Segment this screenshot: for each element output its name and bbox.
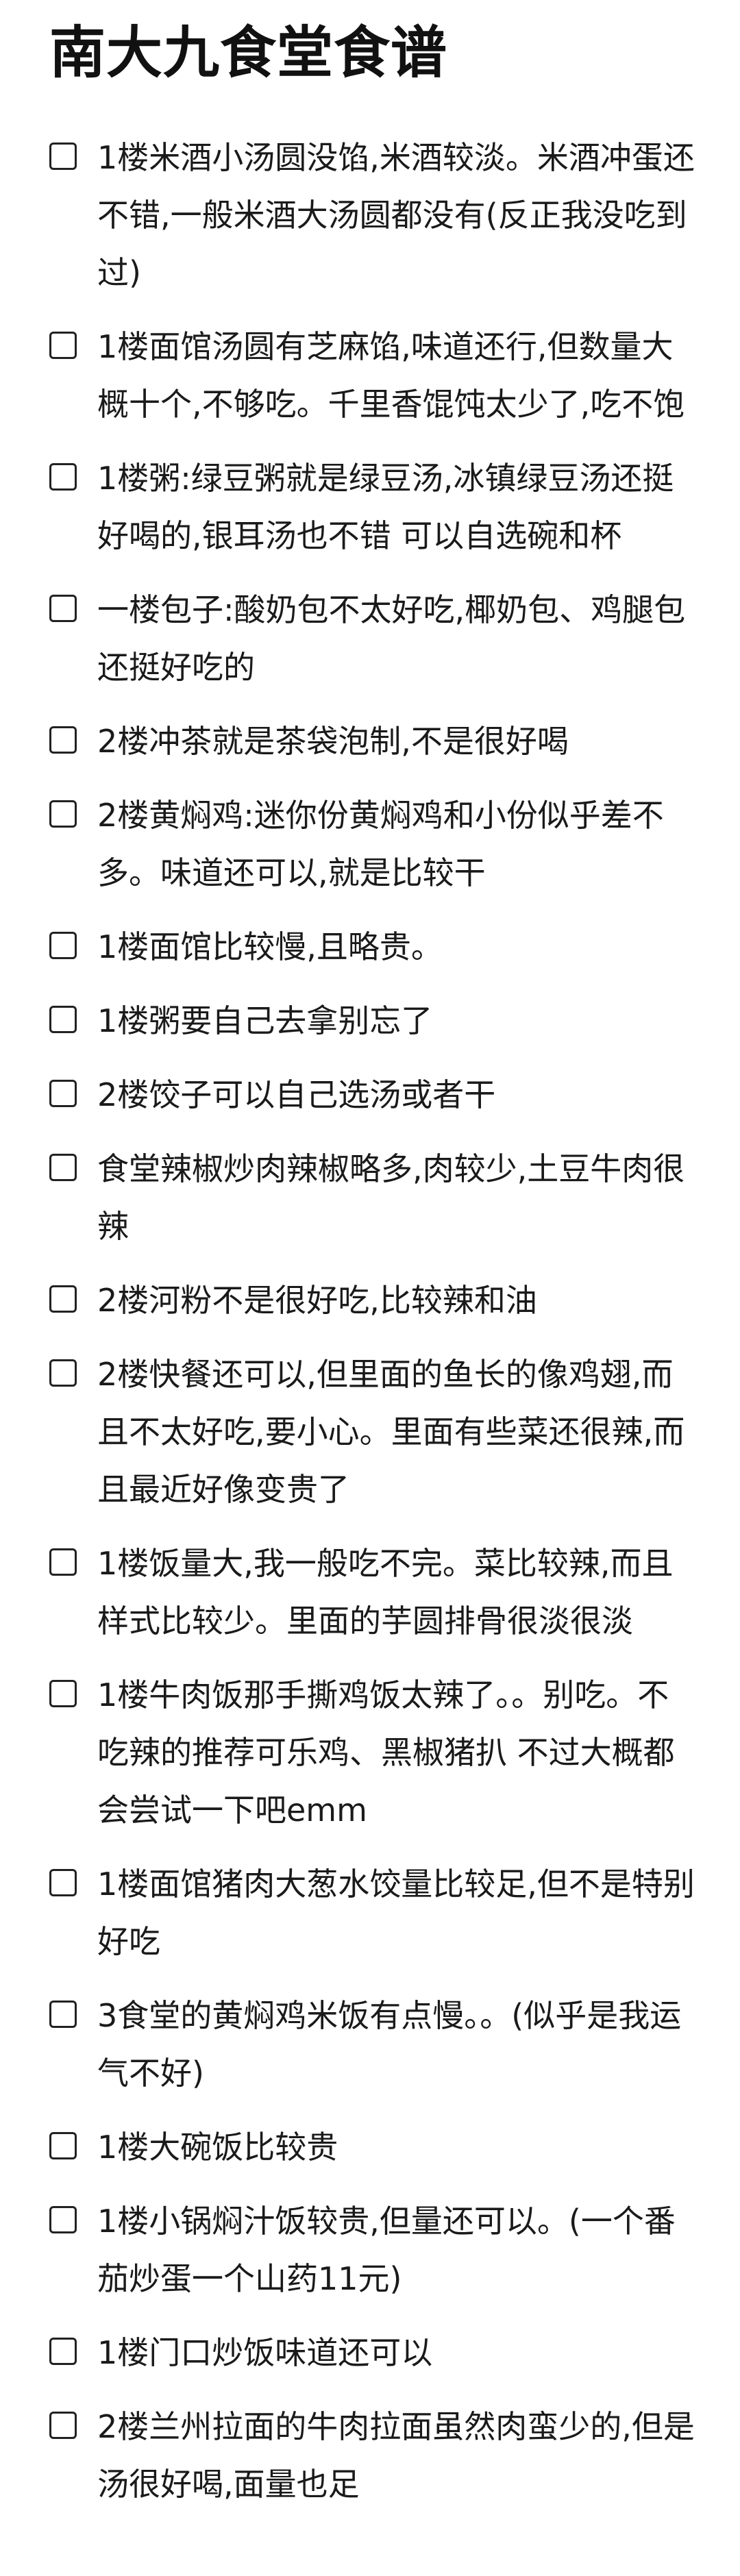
checkbox[interactable] [49,726,77,754]
checklist-item: 1楼饭量大,我一般吃不完。菜比较辣,而且样式比较少。里面的芋圆排骨很淡很淡 [49,1535,696,1650]
checklist-item: 2楼快餐还可以,但里面的鱼长的像鸡翅,而且不太好吃,要小心。里面有些菜还很辣,而… [49,1346,696,1518]
item-text: 1楼面馆比较慢,且略贵。 [97,928,443,965]
item-text: 2楼快餐还可以,但里面的鱼长的像鸡翅,而且不太好吃,要小心。里面有些菜还很辣,而… [97,1356,685,1508]
checklist-item: 1楼面馆猪肉大葱水饺量比较足,但不是特别好吃 [49,1855,696,1970]
item-text: 2楼河粉不是很好吃,比较辣和油 [97,1282,537,1319]
item-text: 3食堂的黄焖鸡米饭有点慢。。(似乎是我运气不好) [97,1997,682,2092]
note-page: 南大九食堂食谱 1楼米酒小汤圆没馅,米酒较淡。米酒冲蛋还不错,一般米酒大汤圆都没… [0,0,740,2576]
checkbox[interactable] [49,1680,77,1707]
checkbox[interactable] [49,1080,77,1107]
item-text: 1楼饭量大,我一般吃不完。菜比较辣,而且样式比较少。里面的芋圆排骨很淡很淡 [97,1545,674,1639]
item-text: 1楼米酒小汤圆没馅,米酒较淡。米酒冲蛋还不错,一般米酒大汤圆都没有(反正我没吃到… [97,139,695,291]
checkbox[interactable] [49,1548,77,1576]
checklist-item: 1楼牛肉饭那手撕鸡饭太辣了。。别吃。不吃辣的推荐可乐鸡、黑椒猪扒 不过大概都会尝… [49,1666,696,1839]
item-text: 1楼粥:绿豆粥就是绿豆汤,冰镇绿豆汤还挺好喝的,银耳汤也不错 可以自选碗和杯 [97,460,674,554]
checkbox[interactable] [49,1869,77,1896]
checkbox[interactable] [49,932,77,959]
item-text: 1楼牛肉饭那手撕鸡饭太辣了。。别吃。不吃辣的推荐可乐鸡、黑椒猪扒 不过大概都会尝… [97,1676,675,1829]
checklist-item: 3食堂的黄焖鸡米饭有点慢。。(似乎是我运气不好) [49,1987,696,2102]
item-text: 一楼包子:酸奶包不太好吃,椰奶包、鸡腿包还挺好吃的 [97,591,686,686]
checklist-item: 食堂辣椒炒肉辣椒略多,肉较少,土豆牛肉很辣 [49,1140,696,1255]
checkbox[interactable] [49,1006,77,1033]
checklist-item: 1楼粥要自己去拿别忘了 [49,992,696,1050]
checklist-item: 一楼包子:酸奶包不太好吃,椰奶包、鸡腿包还挺好吃的 [49,581,696,696]
item-text: 2楼饺子可以自己选汤或者干 [97,1076,496,1113]
checklist-item: 1楼门口炒饭味道还可以 [49,2324,696,2381]
item-text: 2楼兰州拉面的牛肉拉面虽然肉蛮少的,但是汤很好喝,面量也足 [97,2408,695,2503]
checklist-item: 2楼河粉不是很好吃,比较辣和油 [49,1272,696,1329]
page-title: 南大九食堂食谱 [49,21,448,86]
item-text: 2楼冲茶就是茶袋泡制,不是很好喝 [97,723,569,760]
checklist-item: 1楼面馆比较慢,且略贵。 [49,918,696,976]
checkbox[interactable] [49,2412,77,2439]
checkbox[interactable] [49,463,77,491]
item-text: 食堂辣椒炒肉辣椒略多,肉较少,土豆牛肉很辣 [97,1150,685,1245]
checklist-item: 1楼大碗饭比较贵 [49,2118,696,2176]
checklist-item: 1楼小锅焖汁饭较贵,但量还可以。(一个番茄炒蛋一个山药11元) [49,2192,696,2307]
checklist-item: 1楼面馆汤圆有芝麻馅,味道还行,但数量大概十个,不够吃。千里香馄饨太少了,吃不饱 [49,318,696,433]
checkbox[interactable] [49,1154,77,1181]
item-text: 2楼黄焖鸡:迷你份黄焖鸡和小份似乎差不多。味道还可以,就是比较干 [97,797,664,891]
item-text: 1楼小锅焖汁饭较贵,但量还可以。(一个番茄炒蛋一个山药11元) [97,2203,676,2297]
checklist-item: 2楼兰州拉面的牛肉拉面虽然肉蛮少的,但是汤很好喝,面量也足 [49,2398,696,2513]
checklist: 1楼米酒小汤圆没馅,米酒较淡。米酒冲蛋还不错,一般米酒大汤圆都没有(反正我没吃到… [49,84,696,2513]
item-text: 1楼门口炒饭味道还可以 [97,2334,433,2371]
checkbox[interactable] [49,2001,77,2028]
checklist-item: 1楼粥:绿豆粥就是绿豆汤,冰镇绿豆汤还挺好喝的,银耳汤也不错 可以自选碗和杯 [49,449,696,565]
checkbox[interactable] [49,2132,77,2159]
checklist-item: 2楼黄焖鸡:迷你份黄焖鸡和小份似乎差不多。味道还可以,就是比较干 [49,787,696,902]
checkbox[interactable] [49,800,77,828]
checkbox[interactable] [49,332,77,359]
checkbox[interactable] [49,1359,77,1387]
checklist-item: 2楼饺子可以自己选汤或者干 [49,1066,696,1124]
checklist-item: 1楼米酒小汤圆没馅,米酒较淡。米酒冲蛋还不错,一般米酒大汤圆都没有(反正我没吃到… [49,129,696,301]
checkbox[interactable] [49,1285,77,1313]
checklist-item: 2楼冲茶就是茶袋泡制,不是很好喝 [49,713,696,770]
item-text: 1楼粥要自己去拿别忘了 [97,1002,433,1039]
item-text: 1楼面馆汤圆有芝麻馅,味道还行,但数量大概十个,不够吃。千里香馄饨太少了,吃不饱 [97,328,685,423]
checkbox[interactable] [49,2338,77,2365]
item-text: 1楼大碗饭比较贵 [97,2129,338,2166]
checkbox[interactable] [49,595,77,622]
checkbox[interactable] [49,2206,77,2233]
item-text: 1楼面馆猪肉大葱水饺量比较足,但不是特别好吃 [97,1866,695,1960]
checkbox[interactable] [49,143,77,170]
